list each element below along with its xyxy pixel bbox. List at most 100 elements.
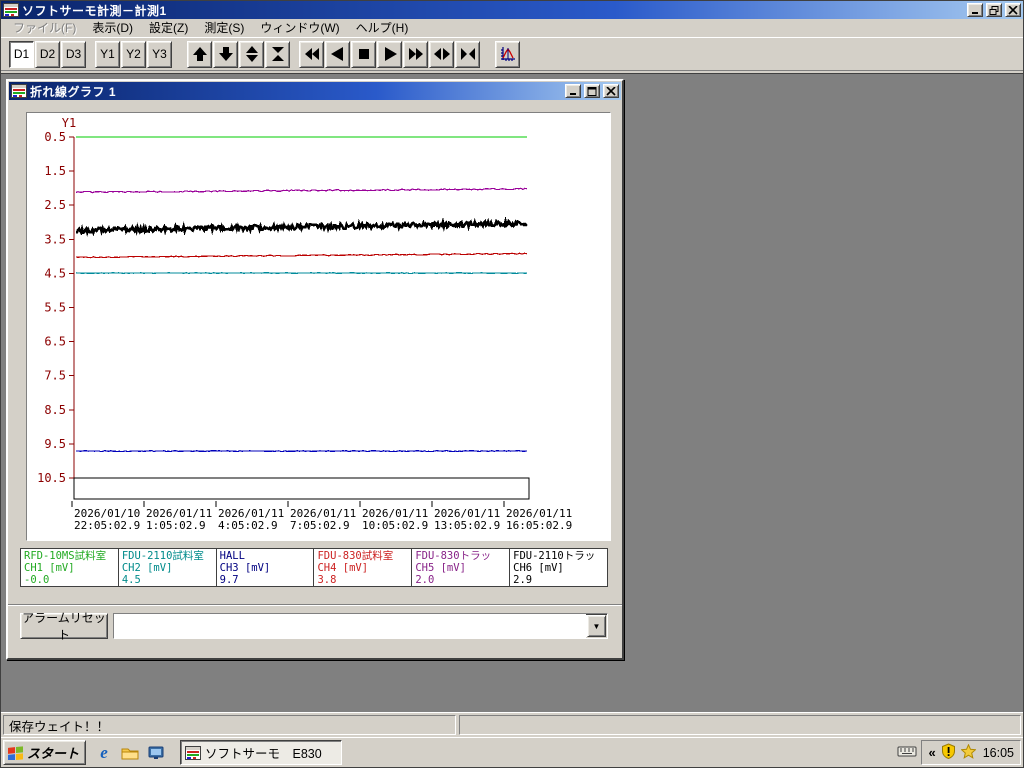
legend-ch2-channel: CH2 [mV] <box>121 562 173 574</box>
svg-text:10.5: 10.5 <box>37 471 66 485</box>
legend-ch6-value: 2.9 <box>513 574 533 586</box>
back-button[interactable] <box>325 40 350 68</box>
svg-text:0.5: 0.5 <box>44 130 66 144</box>
legend-ch3-channel: CH3 [mV] <box>219 562 271 574</box>
legend-ch5-value: 2.0 <box>415 574 435 586</box>
menu-settings[interactable]: 設定(Z) <box>141 18 196 37</box>
scroll-down-button[interactable] <box>213 40 238 68</box>
legend-ch2-name: FDU-2110試料室 <box>121 550 204 562</box>
graph-minimize-button[interactable] <box>565 84 581 98</box>
graph-icon <box>499 45 517 63</box>
svg-text:4:05:02.9: 4:05:02.9 <box>218 519 278 532</box>
graph-maximize-button[interactable] <box>584 84 600 98</box>
legend-ch1: RFD-10MS試料室 CH1 [mV] -0.0 <box>21 549 119 586</box>
stop-icon <box>356 46 372 62</box>
restore-button[interactable] <box>986 3 1002 17</box>
svg-text:4.5: 4.5 <box>44 266 66 280</box>
svg-text:10:05:02.9: 10:05:02.9 <box>362 519 428 532</box>
arrow-right-icon <box>382 46 398 62</box>
svg-text:1:05:02.9: 1:05:02.9 <box>146 519 206 532</box>
svg-text:5.5: 5.5 <box>44 301 66 315</box>
menu-window[interactable]: ウィンドウ(W) <box>252 18 347 37</box>
menu-file[interactable]: ファイル(F) <box>5 18 84 37</box>
menu-help[interactable]: ヘルプ(H) <box>348 18 417 37</box>
menu-measure[interactable]: 測定(S) <box>196 18 252 37</box>
star-icon[interactable] <box>960 743 977 762</box>
menu-view[interactable]: 表示(D) <box>84 18 141 37</box>
fast-back-button[interactable] <box>299 40 324 68</box>
security-shield-icon[interactable] <box>941 743 956 762</box>
d3-button[interactable]: D3 <box>61 40 86 68</box>
graph-tool-button[interactable] <box>495 40 520 68</box>
status-message: 保存ウェイト！！ <box>9 719 110 734</box>
chevron-down-icon: ▼ <box>592 621 601 631</box>
svg-text:22:05:02.9: 22:05:02.9 <box>74 519 140 532</box>
d1-button[interactable]: D1 <box>9 40 34 68</box>
svg-text:2.5: 2.5 <box>44 198 66 212</box>
status-message-panel: 保存ウェイト！！ <box>3 715 456 735</box>
expand-vertical-button[interactable] <box>239 40 264 68</box>
legend-ch5-name: FDU-830トラッ <box>415 550 492 562</box>
svg-text:8.5: 8.5 <box>44 403 66 417</box>
window-title: ソフトサーモ計測－計測1 <box>22 3 167 18</box>
taskbar: スタート e ソフトサーモ E830 « 16:05 <box>1 737 1023 767</box>
task-label: ソフトサーモ E830 <box>205 747 322 761</box>
svg-text:16:05:02.9: 16:05:02.9 <box>506 519 572 532</box>
graph-window: 折れ線グラフ 1 0.5 1.5 2.5 3.5 4.5 5.5 6.5 7.5 8.5 9.5 1… <box>6 79 624 660</box>
legend-ch2-value: 4.5 <box>121 574 141 586</box>
app-icon <box>3 3 19 17</box>
arrow-up-icon <box>192 46 208 62</box>
show-desktop-icon[interactable] <box>146 743 166 763</box>
legend-ch6-name: FDU-2110トラッ <box>513 550 596 562</box>
compress-vertical-button[interactable] <box>265 40 290 68</box>
alarm-combobox-input[interactable] <box>114 614 586 638</box>
expand-horizontal-button[interactable] <box>429 40 454 68</box>
internet-explorer-icon[interactable]: e <box>94 743 114 763</box>
taskbar-task-button[interactable]: ソフトサーモ E830 <box>180 740 343 765</box>
svg-text:7:05:02.9: 7:05:02.9 <box>290 519 350 532</box>
fast-forward-button[interactable] <box>403 40 428 68</box>
alarm-reset-button[interactable]: アラームリセット <box>20 611 108 642</box>
stop-button[interactable] <box>351 40 376 68</box>
alarm-combobox: ▼ <box>113 613 608 639</box>
expand-vertical-icon <box>244 46 260 62</box>
close-button[interactable] <box>1005 3 1021 17</box>
graph-window-title: 折れ線グラフ 1 <box>30 84 117 99</box>
graph-window-titlebar: 折れ線グラフ 1 <box>9 82 621 100</box>
main-titlebar: ソフトサーモ計測－計測1 <box>1 1 1023 19</box>
y2-button[interactable]: Y2 <box>121 40 146 68</box>
menubar: ファイル(F) 表示(D) 設定(Z) 測定(S) ウィンドウ(W) ヘルプ(H… <box>1 19 1023 37</box>
graph-close-button[interactable] <box>603 84 619 98</box>
legend-ch6: FDU-2110トラッ CH6 [mV] 2.9 <box>510 549 607 586</box>
compress-vertical-icon <box>270 46 286 62</box>
y3-button[interactable]: Y3 <box>147 40 172 68</box>
combobox-dropdown-button[interactable]: ▼ <box>587 615 606 637</box>
status-bar: 保存ウェイト！！ <box>1 712 1023 737</box>
toolbar: D1 D2 D3 Y1 Y2 Y3 <box>1 37 1023 71</box>
legend-ch4-channel: CH4 [mV] <box>317 562 369 574</box>
forward-button[interactable] <box>377 40 402 68</box>
legend-ch3: HALL CH3 [mV] 9.7 <box>216 549 315 586</box>
compress-horizontal-button[interactable] <box>455 40 480 68</box>
svg-text:6.5: 6.5 <box>44 335 66 349</box>
separator <box>8 604 622 606</box>
start-button[interactable]: スタート <box>3 740 87 765</box>
tray-panel: « 16:05 <box>921 740 1021 765</box>
keyboard-icon[interactable] <box>897 744 917 761</box>
svg-text:9.5: 9.5 <box>44 437 66 451</box>
svg-text:Y1: Y1 <box>62 116 76 130</box>
line-chart: 0.51.52.53.54.55.56.57.58.59.510.5Y12026… <box>37 116 572 532</box>
d2-button[interactable]: D2 <box>35 40 60 68</box>
tray-collapse-button[interactable]: « <box>928 745 935 760</box>
main-window: ソフトサーモ計測－計測1 ファイル(F) 表示(D) 設定(Z) 測定(S) ウ… <box>0 0 1024 768</box>
legend-ch1-channel: CH1 [mV] <box>24 562 75 574</box>
task-icon <box>185 745 202 760</box>
legend-ch4-name: FDU-830試料室 <box>317 550 394 562</box>
y1-button[interactable]: Y1 <box>95 40 120 68</box>
folder-icon[interactable] <box>120 743 140 763</box>
channel-legend: RFD-10MS試料室 CH1 [mV] -0.0 FDU-2110試料室 CH… <box>20 548 608 587</box>
scroll-up-button[interactable] <box>187 40 212 68</box>
legend-ch5-channel: CH5 [mV] <box>415 562 466 574</box>
arrow-left-icon <box>330 46 346 62</box>
minimize-button[interactable] <box>967 3 983 17</box>
